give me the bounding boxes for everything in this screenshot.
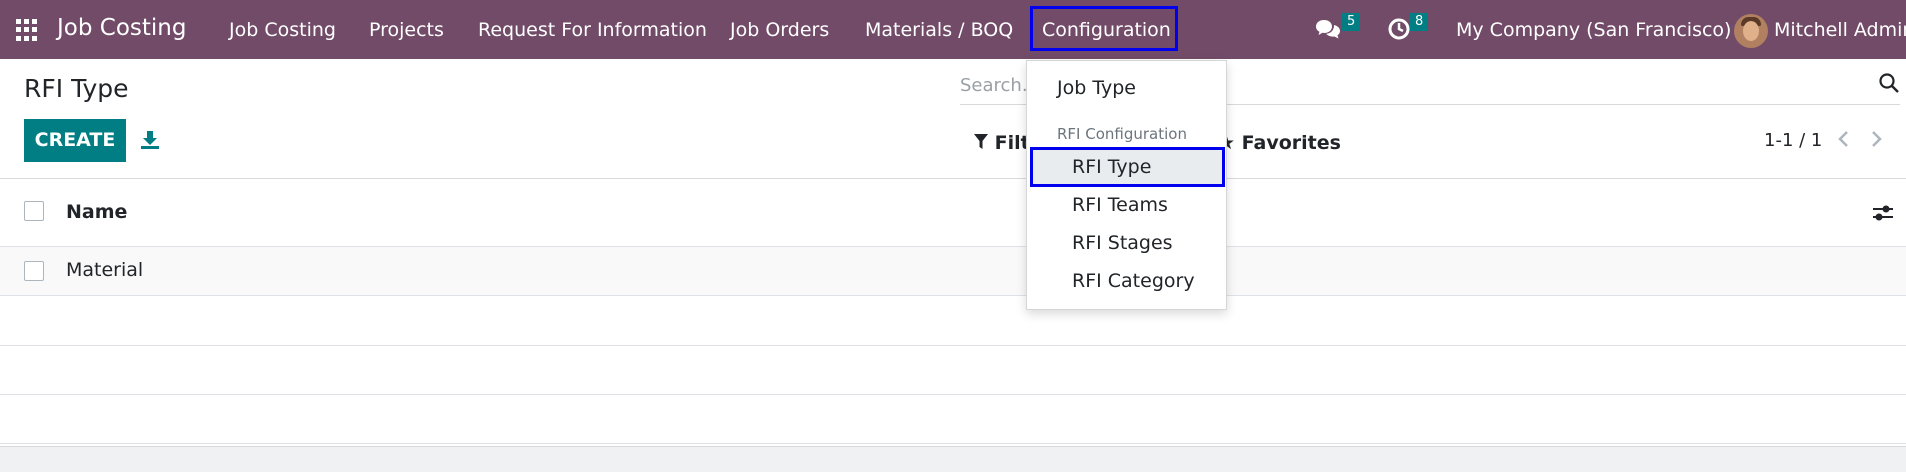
dropdown-item-rfi-category[interactable]: RFI Category — [1072, 270, 1195, 292]
pager-next-icon[interactable] — [1868, 128, 1884, 154]
filter-icon — [974, 134, 988, 149]
menu-materials-boq[interactable]: Materials / BOQ — [865, 19, 1013, 41]
row-name-cell[interactable]: Material — [66, 259, 143, 281]
download-icon[interactable] — [140, 130, 160, 154]
menu-configuration[interactable]: Configuration — [1042, 19, 1171, 41]
favorites-toggle[interactable]: ★ Favorites — [1218, 132, 1341, 154]
bottom-band — [0, 446, 1906, 472]
select-all-checkbox[interactable] — [24, 201, 44, 221]
row-checkbox[interactable] — [24, 261, 44, 281]
user-avatar[interactable] — [1734, 14, 1768, 48]
dropdown-item-rfi-teams[interactable]: RFI Teams — [1072, 194, 1168, 216]
create-button[interactable]: CREATE — [24, 119, 126, 162]
empty-row — [0, 297, 1906, 346]
company-switcher[interactable]: My Company (San Francisco) — [1456, 19, 1731, 41]
pager-previous-icon[interactable] — [1836, 128, 1852, 154]
activities-clock-icon[interactable] — [1387, 17, 1411, 45]
favorites-label: Favorites — [1241, 132, 1341, 154]
page-title: RFI Type — [24, 74, 129, 103]
top-navbar: Job Costing Job Costing Projects Request… — [0, 0, 1906, 59]
table-row[interactable]: Material — [0, 247, 1906, 296]
search-icon[interactable] — [1878, 72, 1900, 98]
dropdown-item-rfi-type[interactable]: RFI Type — [1072, 156, 1151, 178]
messages-icon[interactable] — [1315, 17, 1341, 45]
configuration-dropdown: Job Type RFI Configuration RFI Type RFI … — [1026, 60, 1227, 310]
app-brand[interactable]: Job Costing — [57, 15, 186, 41]
empty-row — [0, 395, 1906, 444]
menu-job-costing[interactable]: Job Costing — [229, 19, 336, 41]
pager-value[interactable]: 1-1 / 1 — [1764, 130, 1822, 151]
optional-columns-icon[interactable] — [1872, 203, 1894, 227]
empty-row — [0, 346, 1906, 395]
menu-job-orders[interactable]: Job Orders — [730, 19, 829, 41]
menu-projects[interactable]: Projects — [369, 19, 444, 41]
dropdown-item-rfi-stages[interactable]: RFI Stages — [1072, 232, 1173, 254]
list-header-row: Name — [0, 179, 1906, 247]
column-header-name[interactable]: Name — [66, 201, 127, 223]
dropdown-section-header: RFI Configuration — [1057, 125, 1187, 143]
messages-count-badge: 5 — [1342, 13, 1361, 31]
apps-menu-icon[interactable] — [16, 19, 38, 41]
activities-count-badge: 8 — [1410, 13, 1429, 31]
dropdown-item-job-type[interactable]: Job Type — [1057, 77, 1136, 99]
user-menu[interactable]: Mitchell Admin — [1774, 19, 1906, 41]
menu-request-for-information[interactable]: Request For Information — [478, 19, 707, 41]
